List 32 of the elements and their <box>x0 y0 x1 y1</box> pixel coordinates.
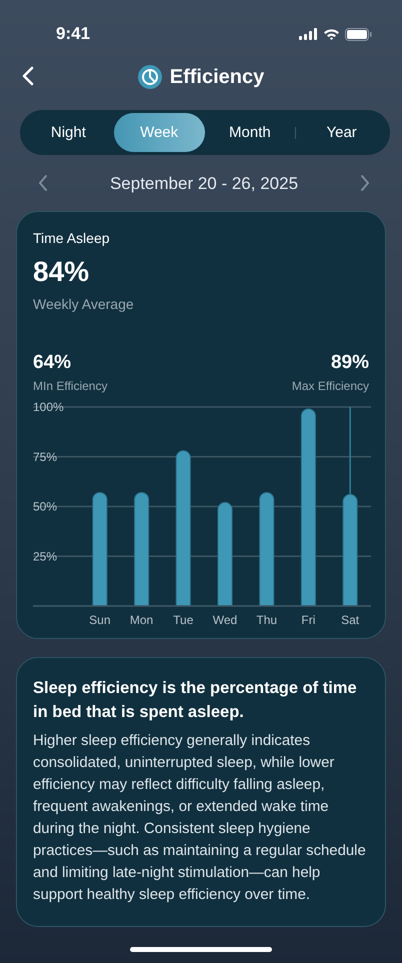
card-label: Time Asleep <box>33 230 111 246</box>
back-button[interactable] <box>20 66 36 88</box>
period-tab[interactable]: Night <box>23 113 114 152</box>
stat-value: 89% <box>330 352 369 374</box>
axis-label: Sat <box>341 613 360 627</box>
axis-label: Tue <box>173 613 194 627</box>
info-text: Higher sleep efficiency generally indicates consolidated, uninterrupted sleep, while lower efficiency may reflect difficulty falling asleep, frequent awakenings, or extended wake time during the night. Consistent sleep hygiene practices—such as maintaining a regular schedule and limiting late-night stimulation—can help support healthy sleep efficiency over time. <box>33 732 367 905</box>
axis-label: 25% <box>33 549 58 564</box>
average-value: 84% <box>33 256 90 288</box>
axis-label: Wed <box>212 613 238 627</box>
axis-label: Mon <box>130 613 154 627</box>
stat-label: MIn Efficiency <box>33 379 108 393</box>
axis-label: Thu <box>256 613 278 627</box>
status-time: 9:41 <box>56 24 90 44</box>
wifi-icon <box>323 28 340 40</box>
period-tab[interactable]: Month <box>204 113 296 152</box>
axis-label: 75% <box>33 450 58 464</box>
stat-label: Max Efficiency <box>292 379 369 393</box>
info-heading: Sleep efficiency is the percentage of time in bed that is spent asleep. <box>33 678 358 723</box>
date-range: September 20 - 26, 2025 <box>110 174 298 194</box>
axis-label: Sun <box>89 613 111 627</box>
average-caption: Weekly Average <box>33 296 135 312</box>
previous-button[interactable] <box>36 174 50 194</box>
axis-label: Fri <box>301 613 316 627</box>
period-tab[interactable]: Year <box>296 113 387 152</box>
stat-value: 64% <box>33 352 72 374</box>
axis-label: 50% <box>33 500 58 514</box>
signal-icon <box>299 28 318 40</box>
gauge-icon <box>138 65 162 89</box>
screen-title: Efficiency <box>170 66 264 88</box>
axis-label: 100% <box>33 401 64 414</box>
battery-icon <box>345 28 372 40</box>
